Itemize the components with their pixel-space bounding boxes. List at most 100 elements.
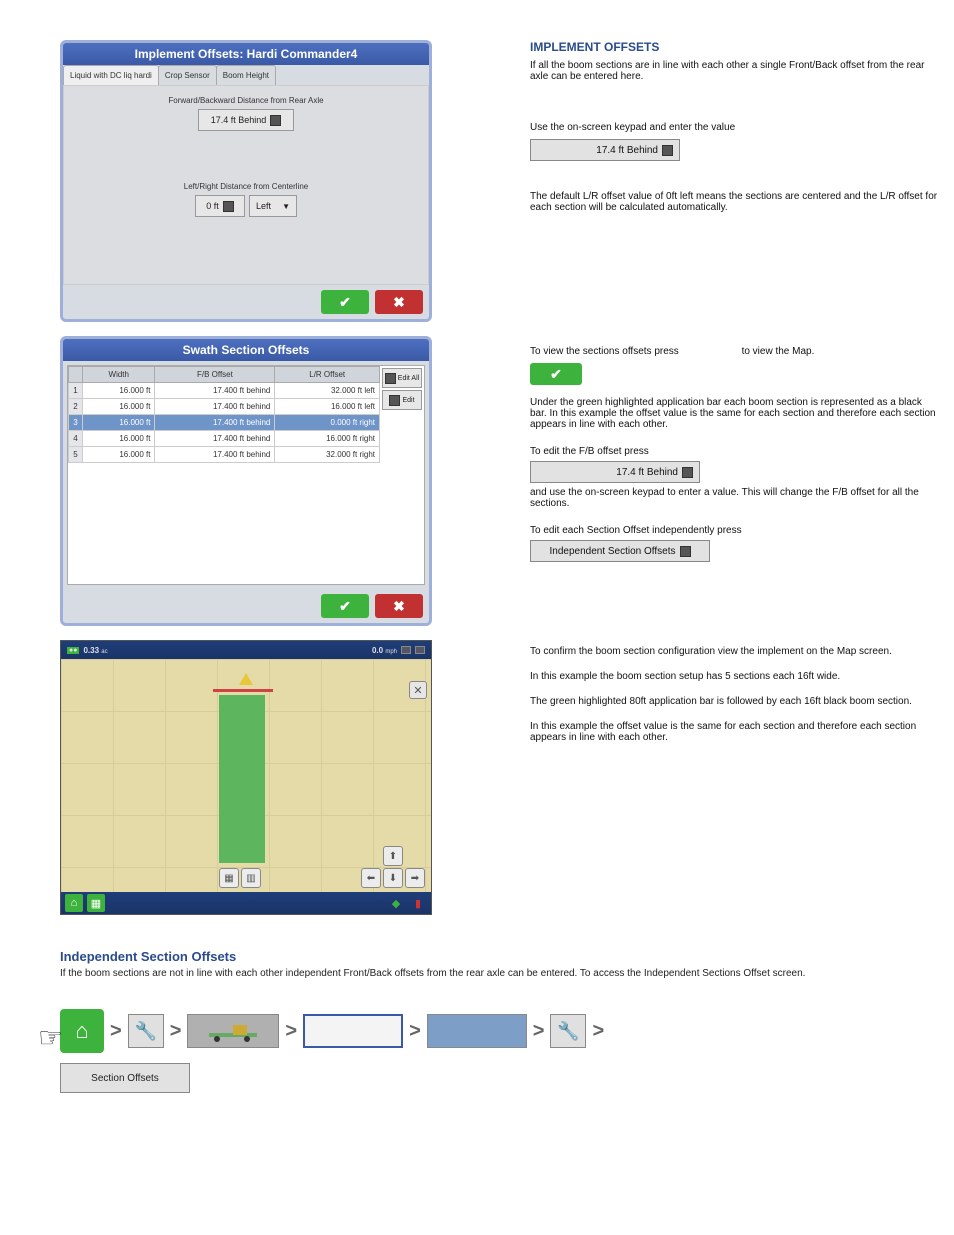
default-lr-para: The default L/R offset value of 0ft left… [530, 191, 940, 213]
col-width: Width [83, 367, 155, 383]
edit-fb-prefix: To edit the F/B offset press [530, 446, 940, 457]
close-button[interactable]: ✕ [409, 681, 427, 699]
offsets-panel-body: Forward/Backward Distance from Rear Axle… [63, 85, 429, 285]
row-index: 1 [69, 383, 83, 399]
lr-direction-dropdown[interactable]: Left ▼ [249, 195, 297, 217]
view-map-prefix: To view the sections offsets press [530, 346, 679, 357]
independent-prefix: To edit each Section Offset independentl… [530, 525, 940, 536]
offsets-tabs: Liquid with DC liq hardi Crop Sensor Boo… [63, 65, 429, 85]
cancel-button[interactable]: ✖ [375, 290, 423, 314]
status-icon [415, 646, 425, 654]
row-width: 16.000 ft [83, 415, 155, 431]
swath-section-offsets-window: Swath Section Offsets Width F/B Offset L… [60, 336, 432, 626]
home-icon[interactable]: ⌂ [65, 894, 83, 912]
pan-down-button[interactable]: ⬇ [383, 868, 403, 888]
lr-offset-value: 0 ft [206, 201, 219, 211]
row-lr-offset: 16.000 ft right [275, 431, 380, 447]
section-heading: IMPLEMENT OFFSETS [530, 40, 940, 54]
row-lr-offset: 0.000 ft right [275, 415, 380, 431]
chevron-right-icon: > [285, 1020, 297, 1043]
pan-right-button[interactable]: ➡ [405, 868, 425, 888]
row-index: 3 [69, 415, 83, 431]
coverage-area [219, 695, 265, 863]
lr-offset-input[interactable]: 0 ft [195, 195, 245, 217]
row-fb-offset: 17.400 ft behind [155, 447, 275, 463]
ok-button[interactable]: ✔ [321, 290, 369, 314]
lr-offset-label: Left/Right Distance from Centerline [64, 182, 428, 191]
area-unit: ac [101, 649, 107, 655]
edit-all-button[interactable]: Edit All [382, 368, 422, 388]
chevron-right-icon: > [592, 1020, 604, 1043]
map-para-1: To confirm the boom section configuratio… [530, 646, 940, 657]
area-value: 0.33 [83, 646, 99, 655]
controller-crumb[interactable]: Controller [427, 1014, 527, 1048]
row-index: 4 [69, 431, 83, 447]
configuration-dropdown[interactable] [303, 1014, 403, 1048]
configuration-crumb[interactable]: Configuration [187, 1014, 279, 1048]
implement-offsets-window: Implement Offsets: Hardi Commander4 Liqu… [60, 40, 432, 322]
edit-fb-body: and use the on-screen keypad to enter a … [530, 487, 940, 509]
row-index: 2 [69, 399, 83, 415]
map-para-3: The green highlighted 80ft application b… [530, 696, 940, 707]
col-lr-offset: L/R Offset [275, 367, 380, 383]
col-index [69, 367, 83, 383]
map-footer: ⌂ ▦ ◆ ▮ [61, 892, 431, 914]
setup-button[interactable]: 🔧 [128, 1014, 164, 1048]
col-fb-offset: F/B Offset [155, 367, 275, 383]
split-view-button[interactable]: ▥ [241, 868, 261, 888]
record-indicator-icon: ▮ [409, 894, 427, 912]
keypad-icon [682, 467, 693, 478]
home-button[interactable]: ⌂ [60, 1009, 104, 1053]
pan-up-button[interactable]: ⬆ [383, 846, 403, 866]
map-para-4: In this example the offset value is the … [530, 721, 940, 743]
boom-bar [213, 689, 273, 692]
status-icon [401, 646, 411, 654]
chevron-down-icon: ▼ [282, 202, 290, 211]
fb-offset-chip-illustration-2: 17.4 ft Behind [530, 461, 700, 483]
table-row[interactable]: 216.000 ft17.400 ft behind16.000 ft left [69, 399, 380, 415]
tab-crop-sensor[interactable]: Crop Sensor [158, 65, 217, 85]
view-map-suffix: to view the Map. [742, 346, 815, 357]
section-offsets-crumb[interactable]: Section Offsets [60, 1063, 190, 1093]
independent-offsets-para: If the boom sections are not in line wit… [60, 968, 880, 979]
row-width: 16.000 ft [83, 431, 155, 447]
row-fb-offset: 17.400 ft behind [155, 415, 275, 431]
cancel-button[interactable]: ✖ [375, 594, 423, 618]
tab-boom-height[interactable]: Boom Height [216, 65, 276, 85]
vehicle-marker-icon [239, 673, 253, 685]
row-lr-offset: 16.000 ft left [275, 399, 380, 415]
tab-liquid[interactable]: Liquid with DC liq hardi [63, 65, 159, 85]
ok-button-illustration: ✔ [530, 363, 582, 385]
map-dpad: ⬆ ⬅ ⬇ ➡ [361, 846, 425, 888]
grid-view-button[interactable]: ▦ [219, 868, 239, 888]
table-row[interactable]: 116.000 ft17.400 ft behind32.000 ft left [69, 383, 380, 399]
table-row[interactable]: 416.000 ft17.400 ft behind16.000 ft righ… [69, 431, 380, 447]
window-title: Implement Offsets: Hardi Commander4 [63, 43, 429, 65]
map-canvas[interactable]: ✕ ▦ ▥ ⬆ ⬅ ⬇ ➡ [61, 659, 431, 892]
fb-offset-input[interactable]: 17.4 ft Behind [198, 109, 294, 131]
row-width: 16.000 ft [83, 447, 155, 463]
edit-button[interactable]: Edit [382, 390, 422, 410]
table-row[interactable]: 516.000 ft17.400 ft behind32.000 ft righ… [69, 447, 380, 463]
gps-badge: ●● [67, 647, 79, 654]
independent-offsets-button-illustration: Independent Section Offsets [530, 540, 710, 562]
row-width: 16.000 ft [83, 399, 155, 415]
ok-button[interactable]: ✔ [321, 594, 369, 618]
main-offsets-para: If all the boom sections are in line wit… [530, 60, 940, 82]
map-view-icon[interactable]: ▦ [87, 894, 105, 912]
keypad-icon [680, 546, 691, 557]
chevron-right-icon: > [409, 1020, 421, 1043]
table-row[interactable]: 316.000 ft17.400 ft behind0.000 ft right [69, 415, 380, 431]
row-width: 16.000 ft [83, 383, 155, 399]
keypad-icon [389, 395, 400, 406]
pan-left-button[interactable]: ⬅ [361, 868, 381, 888]
window-title: Swath Section Offsets [63, 339, 429, 361]
settings-button[interactable]: 🔧 [550, 1014, 586, 1048]
speed-unit: mph [385, 649, 397, 655]
fb-offset-value: 17.4 ft Behind [211, 115, 267, 125]
map-para-2: In this example the boom section setup h… [530, 671, 940, 682]
chevron-right-icon: > [533, 1020, 545, 1043]
keypad-icon [270, 115, 281, 126]
section-offsets-table: Width F/B Offset L/R Offset 116.000 ft17… [68, 366, 380, 463]
keypad-icon [223, 201, 234, 212]
